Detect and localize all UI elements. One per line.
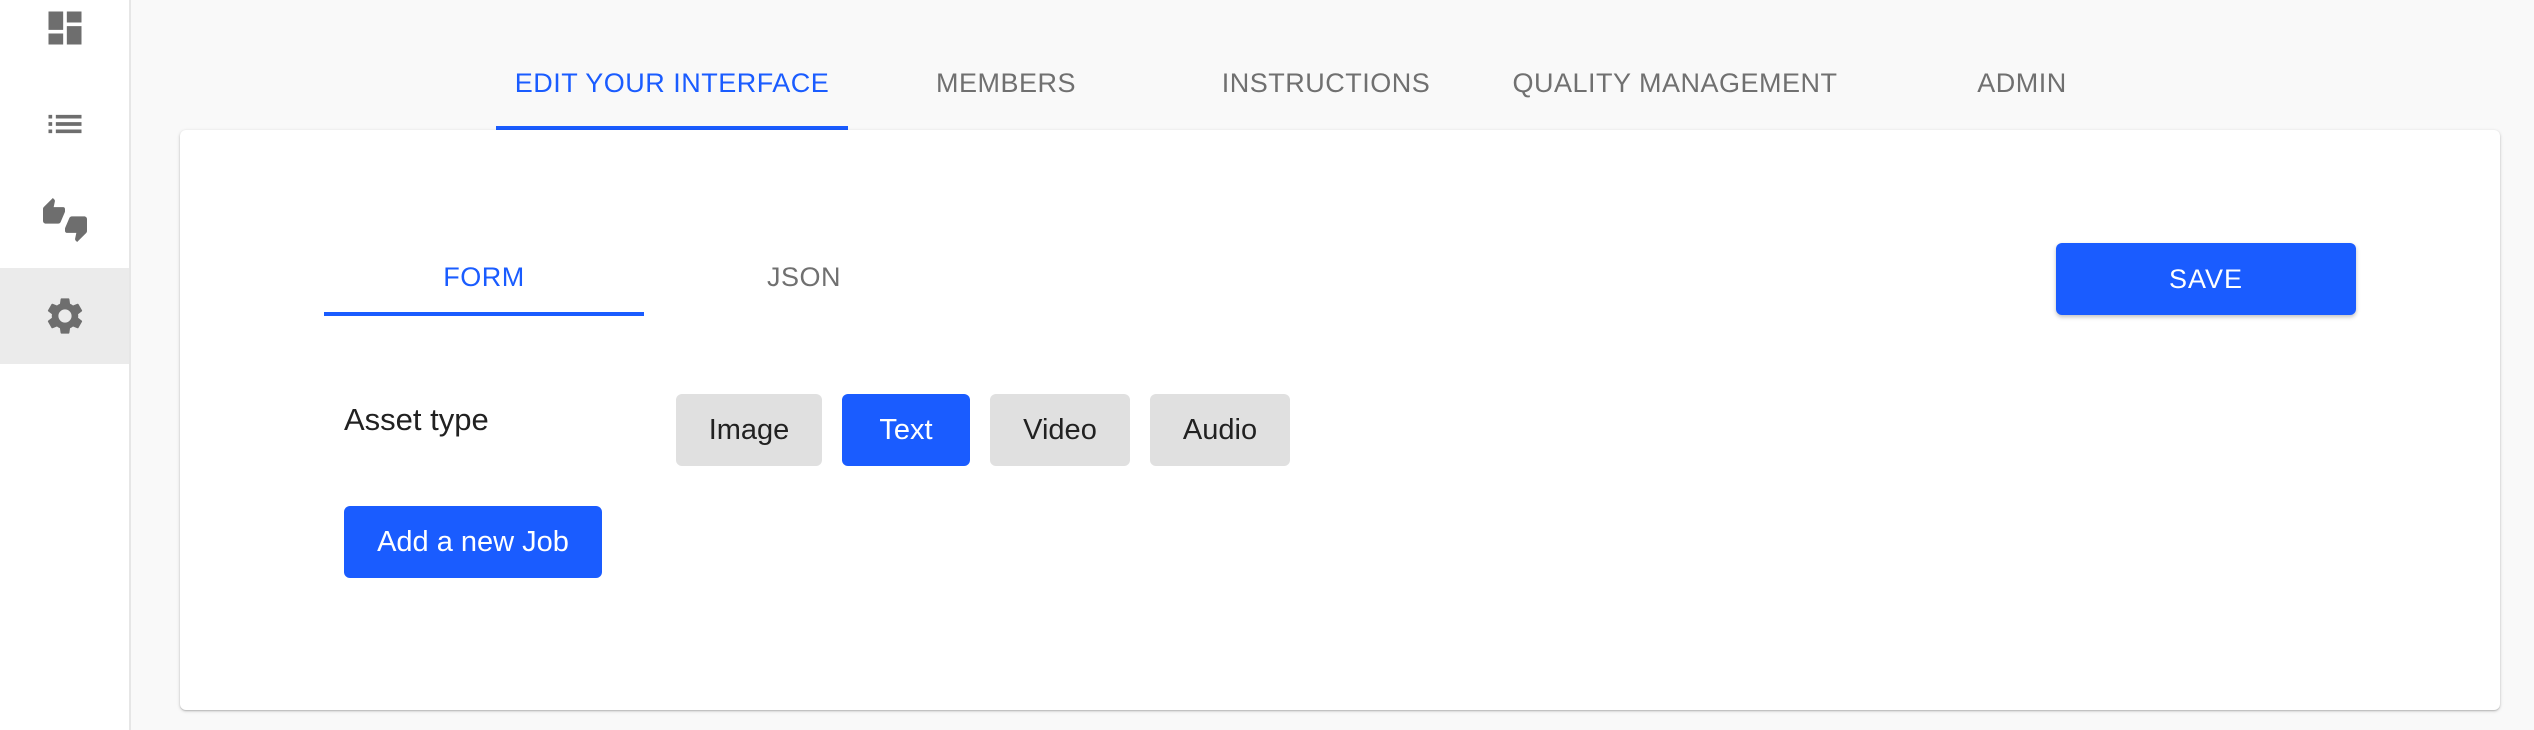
tab-members[interactable]: MEMBERS — [906, 56, 1106, 130]
sidebar-item-list[interactable] — [0, 76, 129, 172]
gear-icon — [47, 298, 82, 334]
tab-form[interactable]: FORM — [324, 242, 644, 316]
add-new-job-button[interactable]: Add a new Job — [344, 506, 602, 578]
sidebar-item-dashboard[interactable] — [0, 0, 129, 76]
tab-admin[interactable]: ADMIN — [1924, 56, 2120, 130]
asset-type-text-button[interactable]: Text — [842, 394, 970, 466]
sidebar — [0, 0, 131, 730]
sidebar-item-review[interactable] — [0, 172, 129, 268]
thumbs-up-down-icon — [42, 198, 87, 242]
asset-type-video-button[interactable]: Video — [990, 394, 1130, 466]
interface-editor-card: FORM JSON SAVE Asset type Image Text Vid… — [180, 130, 2500, 710]
dashboard-icon — [48, 11, 81, 45]
asset-type-audio-button[interactable]: Audio — [1150, 394, 1290, 466]
tab-json[interactable]: JSON — [644, 242, 964, 316]
tab-instructions[interactable]: INSTRUCTIONS — [1196, 56, 1456, 130]
asset-type-label: Asset type — [344, 402, 489, 437]
sidebar-item-settings[interactable] — [0, 268, 129, 364]
tab-edit-your-interface[interactable]: EDIT YOUR INTERFACE — [496, 56, 848, 130]
asset-type-image-button[interactable]: Image — [676, 394, 822, 466]
save-button[interactable]: SAVE — [2056, 243, 2356, 315]
tab-quality-management[interactable]: QUALITY MANAGEMENT — [1496, 56, 1854, 130]
list-icon — [48, 114, 81, 134]
